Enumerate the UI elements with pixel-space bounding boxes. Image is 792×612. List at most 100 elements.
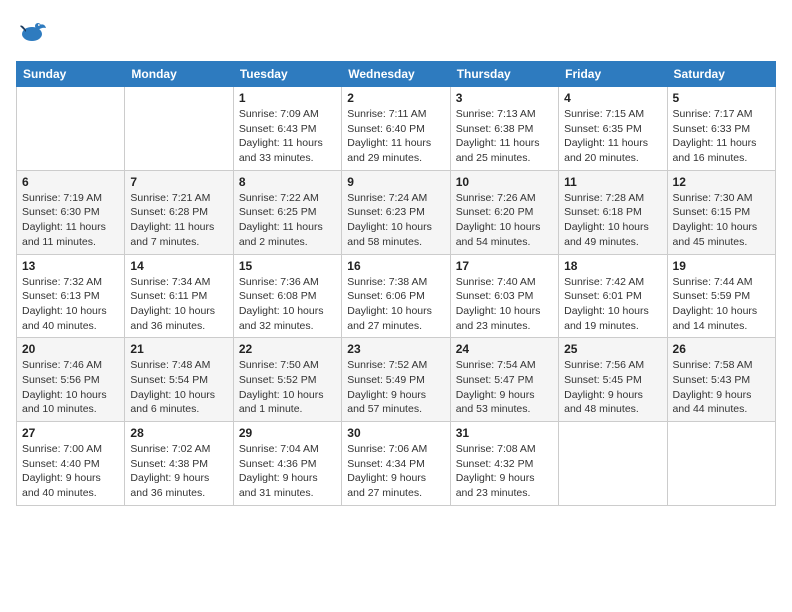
- day-info: Sunrise: 7:17 AM Sunset: 6:33 PM Dayligh…: [673, 107, 770, 166]
- calendar-cell: 1 Sunrise: 7:09 AM Sunset: 6:43 PM Daylig…: [233, 87, 341, 171]
- day-info: Sunrise: 7:06 AM Sunset: 4:34 PM Dayligh…: [347, 442, 444, 501]
- day-number: 30: [347, 426, 444, 440]
- day-number: 14: [130, 259, 227, 273]
- calendar-cell: 28 Sunrise: 7:02 AM Sunset: 4:38 PM Dayli…: [125, 422, 233, 506]
- calendar-cell: 3 Sunrise: 7:13 AM Sunset: 6:38 PM Daylig…: [450, 87, 558, 171]
- day-number: 4: [564, 91, 661, 105]
- day-info: Sunrise: 7:09 AM Sunset: 6:43 PM Dayligh…: [239, 107, 336, 166]
- calendar-cell: 13 Sunrise: 7:32 AM Sunset: 6:13 PM Dayli…: [17, 254, 125, 338]
- calendar-cell: [667, 422, 775, 506]
- calendar-week-row: 13 Sunrise: 7:32 AM Sunset: 6:13 PM Dayli…: [17, 254, 776, 338]
- day-number: 24: [456, 342, 553, 356]
- day-number: 2: [347, 91, 444, 105]
- logo-bird-icon: [16, 16, 48, 53]
- day-number: 12: [673, 175, 770, 189]
- calendar-cell: 11 Sunrise: 7:28 AM Sunset: 6:18 PM Dayli…: [559, 170, 667, 254]
- day-info: Sunrise: 7:42 AM Sunset: 6:01 PM Dayligh…: [564, 275, 661, 334]
- calendar-cell: 16 Sunrise: 7:38 AM Sunset: 6:06 PM Dayli…: [342, 254, 450, 338]
- day-number: 5: [673, 91, 770, 105]
- day-info: Sunrise: 7:28 AM Sunset: 6:18 PM Dayligh…: [564, 191, 661, 250]
- day-info: Sunrise: 7:48 AM Sunset: 5:54 PM Dayligh…: [130, 358, 227, 417]
- day-info: Sunrise: 7:15 AM Sunset: 6:35 PM Dayligh…: [564, 107, 661, 166]
- day-number: 20: [22, 342, 119, 356]
- page-header: [16, 16, 776, 53]
- day-number: 10: [456, 175, 553, 189]
- calendar-cell: 17 Sunrise: 7:40 AM Sunset: 6:03 PM Dayli…: [450, 254, 558, 338]
- day-number: 31: [456, 426, 553, 440]
- calendar-cell: 29Sunrise: 7:04 AM Sunset: 4:36 PM Dayli…: [233, 422, 341, 506]
- calendar-cell: 21 Sunrise: 7:48 AM Sunset: 5:54 PM Dayli…: [125, 338, 233, 422]
- day-info: Sunrise: 7:21 AM Sunset: 6:28 PM Dayligh…: [130, 191, 227, 250]
- day-info: Sunrise: 7:58 AM Sunset: 5:43 PM Dayligh…: [673, 358, 770, 417]
- calendar-cell: 19 Sunrise: 7:44 AM Sunset: 5:59 PM Dayli…: [667, 254, 775, 338]
- day-number: 23: [347, 342, 444, 356]
- calendar-day-header: Saturday: [667, 62, 775, 87]
- day-info: Sunrise: 7:40 AM Sunset: 6:03 PM Dayligh…: [456, 275, 553, 334]
- day-info: Sunrise: 7:26 AM Sunset: 6:20 PM Dayligh…: [456, 191, 553, 250]
- day-number: 25: [564, 342, 661, 356]
- day-number: 6: [22, 175, 119, 189]
- calendar-cell: 12 Sunrise: 7:30 AM Sunset: 6:15 PM Dayli…: [667, 170, 775, 254]
- calendar-cell: 15 Sunrise: 7:36 AM Sunset: 6:08 PM Dayli…: [233, 254, 341, 338]
- day-info: Sunrise: 7:34 AM Sunset: 6:11 PM Dayligh…: [130, 275, 227, 334]
- day-number: 9: [347, 175, 444, 189]
- calendar-cell: 27 Sunrise: 7:00 AM Sunset: 4:40 PM Dayli…: [17, 422, 125, 506]
- calendar-week-row: 20Sunrise: 7:46 AM Sunset: 5:56 PM Dayli…: [17, 338, 776, 422]
- day-info: Sunrise: 7:11 AM Sunset: 6:40 PM Dayligh…: [347, 107, 444, 166]
- day-number: 21: [130, 342, 227, 356]
- day-info: Sunrise: 7:44 AM Sunset: 5:59 PM Dayligh…: [673, 275, 770, 334]
- calendar-day-header: Friday: [559, 62, 667, 87]
- day-info: Sunrise: 7:08 AM Sunset: 4:32 PM Dayligh…: [456, 442, 553, 501]
- day-info: Sunrise: 7:00 AM Sunset: 4:40 PM Dayligh…: [22, 442, 119, 501]
- calendar-cell: [17, 87, 125, 171]
- day-info: Sunrise: 7:24 AM Sunset: 6:23 PM Dayligh…: [347, 191, 444, 250]
- logo: [16, 16, 52, 53]
- calendar-header-row: SundayMondayTuesdayWednesdayThursdayFrid…: [17, 62, 776, 87]
- day-number: 11: [564, 175, 661, 189]
- day-info: Sunrise: 7:30 AM Sunset: 6:15 PM Dayligh…: [673, 191, 770, 250]
- calendar-cell: [559, 422, 667, 506]
- calendar-cell: 6 Sunrise: 7:19 AM Sunset: 6:30 PM Daylig…: [17, 170, 125, 254]
- calendar-cell: 10 Sunrise: 7:26 AM Sunset: 6:20 PM Dayli…: [450, 170, 558, 254]
- calendar-cell: 26Sunrise: 7:58 AM Sunset: 5:43 PM Dayli…: [667, 338, 775, 422]
- day-number: 15: [239, 259, 336, 273]
- day-number: 27: [22, 426, 119, 440]
- calendar-cell: 25 Sunrise: 7:56 AM Sunset: 5:45 PM Dayli…: [559, 338, 667, 422]
- calendar-cell: 7 Sunrise: 7:21 AM Sunset: 6:28 PM Daylig…: [125, 170, 233, 254]
- day-number: 18: [564, 259, 661, 273]
- day-info: Sunrise: 7:04 AM Sunset: 4:36 PM Dayligh…: [239, 442, 336, 501]
- day-number: 8: [239, 175, 336, 189]
- calendar-week-row: 27 Sunrise: 7:00 AM Sunset: 4:40 PM Dayli…: [17, 422, 776, 506]
- day-info: Sunrise: 7:13 AM Sunset: 6:38 PM Dayligh…: [456, 107, 553, 166]
- day-info: Sunrise: 7:52 AM Sunset: 5:49 PM Dayligh…: [347, 358, 444, 417]
- day-number: 22: [239, 342, 336, 356]
- calendar-cell: 9 Sunrise: 7:24 AM Sunset: 6:23 PM Daylig…: [342, 170, 450, 254]
- day-number: 19: [673, 259, 770, 273]
- calendar-cell: 31 Sunrise: 7:08 AM Sunset: 4:32 PM Dayli…: [450, 422, 558, 506]
- calendar-cell: [125, 87, 233, 171]
- calendar-cell: 4 Sunrise: 7:15 AM Sunset: 6:35 PM Daylig…: [559, 87, 667, 171]
- day-info: Sunrise: 7:54 AM Sunset: 5:47 PM Dayligh…: [456, 358, 553, 417]
- day-number: 7: [130, 175, 227, 189]
- day-info: Sunrise: 7:32 AM Sunset: 6:13 PM Dayligh…: [22, 275, 119, 334]
- calendar-table: SundayMondayTuesdayWednesdayThursdayFrid…: [16, 61, 776, 506]
- day-info: Sunrise: 7:38 AM Sunset: 6:06 PM Dayligh…: [347, 275, 444, 334]
- day-number: 16: [347, 259, 444, 273]
- day-number: 28: [130, 426, 227, 440]
- calendar-day-header: Sunday: [17, 62, 125, 87]
- day-info: Sunrise: 7:56 AM Sunset: 5:45 PM Dayligh…: [564, 358, 661, 417]
- day-info: Sunrise: 7:50 AM Sunset: 5:52 PM Dayligh…: [239, 358, 336, 417]
- day-number: 17: [456, 259, 553, 273]
- calendar-cell: 24 Sunrise: 7:54 AM Sunset: 5:47 PM Dayli…: [450, 338, 558, 422]
- day-number: 1: [239, 91, 336, 105]
- calendar-cell: 2 Sunrise: 7:11 AM Sunset: 6:40 PM Daylig…: [342, 87, 450, 171]
- calendar-cell: 14 Sunrise: 7:34 AM Sunset: 6:11 PM Dayli…: [125, 254, 233, 338]
- day-number: 13: [22, 259, 119, 273]
- calendar-cell: 20Sunrise: 7:46 AM Sunset: 5:56 PM Dayli…: [17, 338, 125, 422]
- calendar-cell: 5 Sunrise: 7:17 AM Sunset: 6:33 PM Daylig…: [667, 87, 775, 171]
- day-info: Sunrise: 7:36 AM Sunset: 6:08 PM Dayligh…: [239, 275, 336, 334]
- day-info: Sunrise: 7:19 AM Sunset: 6:30 PM Dayligh…: [22, 191, 119, 250]
- day-info: Sunrise: 7:02 AM Sunset: 4:38 PM Dayligh…: [130, 442, 227, 501]
- day-number: 3: [456, 91, 553, 105]
- calendar-cell: 23 Sunrise: 7:52 AM Sunset: 5:49 PM Dayli…: [342, 338, 450, 422]
